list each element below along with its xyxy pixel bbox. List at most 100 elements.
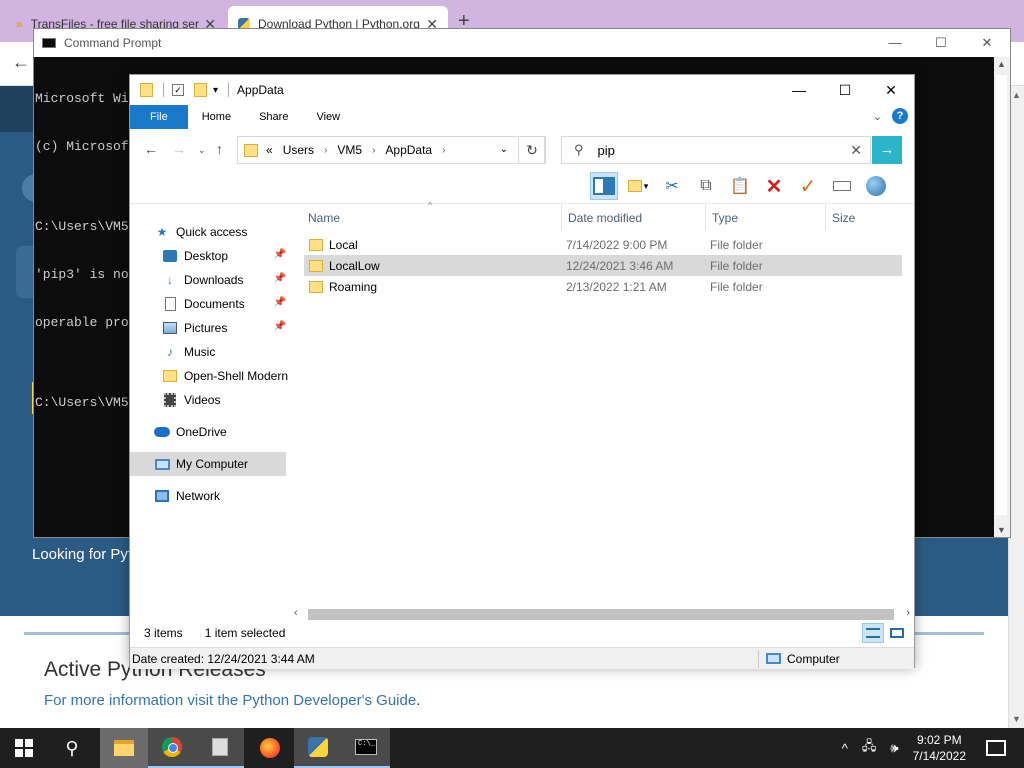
address-row: ← → ⌄ ↑ « Users › VM5 › AppData › ⌄ ↻ ⚲ … [130, 133, 914, 167]
network-places-button[interactable] [862, 172, 890, 200]
horizontal-scrollbar[interactable]: ‹ › [292, 606, 914, 622]
star-icon: ★ [156, 225, 168, 239]
scroll-left-icon[interactable]: ‹ [294, 607, 298, 619]
column-header-name[interactable]: Name [302, 208, 560, 228]
search-input[interactable] [597, 142, 838, 158]
tab-view[interactable]: View [302, 105, 354, 129]
breadcrumb-appdata[interactable]: AppData [385, 143, 432, 157]
explorer-content: ★ Quick access Desktop 📌 ↓ Downloads 📌 D… [130, 200, 914, 620]
folder-icon [309, 280, 323, 293]
nav-item-desktop[interactable]: Desktop 📌 [162, 244, 288, 268]
address-overflow[interactable]: « [266, 143, 273, 157]
properties-icon[interactable]: ✓ [172, 84, 184, 96]
search-go-button[interactable]: → [872, 136, 902, 164]
preview-pane-button[interactable] [590, 172, 618, 200]
nav-item-pictures[interactable]: Pictures 📌 [162, 316, 288, 340]
start-button[interactable] [0, 728, 48, 768]
properties-button[interactable]: ✓ [794, 172, 822, 200]
network-icon[interactable]: 🖧 [862, 737, 877, 759]
file-name: Local [329, 237, 358, 252]
copy-button[interactable]: ⧉ [692, 172, 720, 200]
nav-network[interactable]: Network [154, 484, 288, 508]
nav-item-downloads[interactable]: ↓ Downloads 📌 [162, 268, 288, 292]
column-header-date[interactable]: Date modified [562, 208, 704, 228]
breadcrumb-users[interactable]: Users [283, 143, 314, 157]
nav-label: Quick access [176, 225, 248, 239]
cut-button[interactable]: ✂ [658, 172, 686, 200]
rename-button[interactable] [828, 172, 856, 200]
up-icon[interactable]: ↑ [216, 141, 223, 157]
pin-icon: 📌 [273, 273, 286, 284]
volume-icon[interactable]: 🕪 [890, 740, 898, 756]
horizontal-scroll-thumb[interactable] [308, 609, 894, 620]
column-header-size[interactable]: Size [826, 208, 902, 228]
large-icons-view-button[interactable] [886, 623, 908, 643]
scroll-down-icon[interactable]: ▼ [1012, 714, 1021, 724]
taskbar-firefox[interactable] [246, 728, 294, 768]
breadcrumb-vm5[interactable]: VM5 [337, 143, 362, 157]
search-box[interactable]: ⚲ ✕ [561, 136, 871, 164]
taskbar-file-explorer[interactable] [100, 728, 148, 768]
clock[interactable]: 9:02 PM 7/14/2022 [913, 732, 966, 764]
cmd-titlebar: Command Prompt — ☐ ✕ [34, 29, 1010, 57]
recent-locations-icon[interactable]: ⌄ [198, 145, 206, 156]
taskbar-python[interactable] [294, 728, 342, 768]
explorer-titlebar: ✓ ▾ AppData — ☐ ✕ [130, 75, 914, 105]
nav-onedrive[interactable]: OneDrive [154, 420, 288, 444]
scroll-right-icon[interactable]: › [906, 607, 910, 619]
developer-guide-link[interactable]: For more information visit the Python De… [44, 692, 416, 709]
nav-my-computer[interactable]: My Computer [130, 452, 286, 476]
back-icon[interactable]: ← [144, 141, 158, 157]
explorer-toolbar: ▾ ✂ ⧉ 📋 ✕ ✓ [590, 171, 890, 201]
window-title: AppData [237, 83, 284, 97]
view-options-button[interactable]: ▾ [624, 172, 652, 200]
chevron-up-icon[interactable]: ^ [842, 741, 848, 756]
details-view-button[interactable] [862, 623, 884, 643]
taskbar-chrome[interactable] [148, 728, 196, 768]
close-icon[interactable]: ✕ [964, 35, 1010, 51]
expand-ribbon-icon[interactable]: ⌄ [873, 110, 882, 123]
customize-toolbar-icon[interactable]: ▾ [213, 85, 218, 96]
scroll-up-icon[interactable]: ▲ [997, 59, 1006, 69]
breadcrumb-separator-icon[interactable]: › [442, 145, 445, 156]
file-row-locallow[interactable]: LocalLow 12/24/2021 3:46 AM File folder [304, 255, 902, 276]
address-bar[interactable]: « Users › VM5 › AppData › ⌄ [237, 136, 545, 164]
back-arrow-icon[interactable]: ← [12, 52, 30, 73]
close-icon[interactable]: ✕ [868, 75, 914, 105]
scroll-down-icon[interactable]: ▼ [997, 525, 1006, 535]
nav-item-open-shell[interactable]: Open-Shell Modern [162, 364, 288, 388]
tab-file[interactable]: File [130, 105, 188, 129]
clear-search-icon[interactable]: ✕ [850, 142, 862, 159]
column-header-type[interactable]: Type [706, 208, 824, 228]
scroll-up-icon[interactable]: ▲ [1012, 90, 1021, 100]
file-row-local[interactable]: Local 7/14/2022 9:00 PM File folder [304, 234, 902, 255]
minimize-icon[interactable]: — [776, 75, 822, 105]
minimize-icon[interactable]: — [872, 35, 918, 51]
breadcrumb-separator-icon[interactable]: › [372, 145, 375, 156]
forward-icon[interactable]: → [172, 141, 186, 157]
help-icon[interactable]: ? [892, 108, 908, 124]
tab-home[interactable]: Home [188, 105, 245, 129]
tab-share[interactable]: Share [245, 105, 302, 129]
search-icon[interactable]: ⚲ [48, 728, 96, 768]
nav-item-videos[interactable]: Videos [162, 388, 288, 412]
address-dropdown-icon[interactable]: ⌄ [500, 144, 508, 155]
refresh-icon[interactable]: ↻ [518, 136, 546, 164]
maximize-icon[interactable]: ☐ [918, 35, 964, 51]
nav-item-music[interactable]: ♪ Music [162, 340, 288, 364]
cmd-scrollbar[interactable]: ▲ ▼ [994, 57, 1010, 537]
toolbar-separator [163, 83, 164, 97]
nav-item-documents[interactable]: Documents 📌 [162, 292, 288, 316]
notification-icon[interactable] [986, 740, 1006, 756]
new-folder-icon[interactable] [194, 83, 207, 97]
taskbar-command-prompt[interactable]: C:\_ [342, 728, 390, 768]
cmd-scroll-thumb[interactable] [996, 75, 1007, 515]
breadcrumb-separator-icon[interactable]: › [324, 145, 327, 156]
paste-button[interactable]: 📋 [726, 172, 754, 200]
taskbar-app[interactable] [196, 728, 244, 768]
maximize-icon[interactable]: ☐ [822, 75, 868, 105]
search-icon: ⚲ [574, 142, 584, 157]
delete-button[interactable]: ✕ [760, 172, 788, 200]
file-row-roaming[interactable]: Roaming 2/13/2022 1:21 AM File folder [304, 276, 902, 297]
nav-quick-access[interactable]: ★ Quick access [154, 220, 312, 244]
